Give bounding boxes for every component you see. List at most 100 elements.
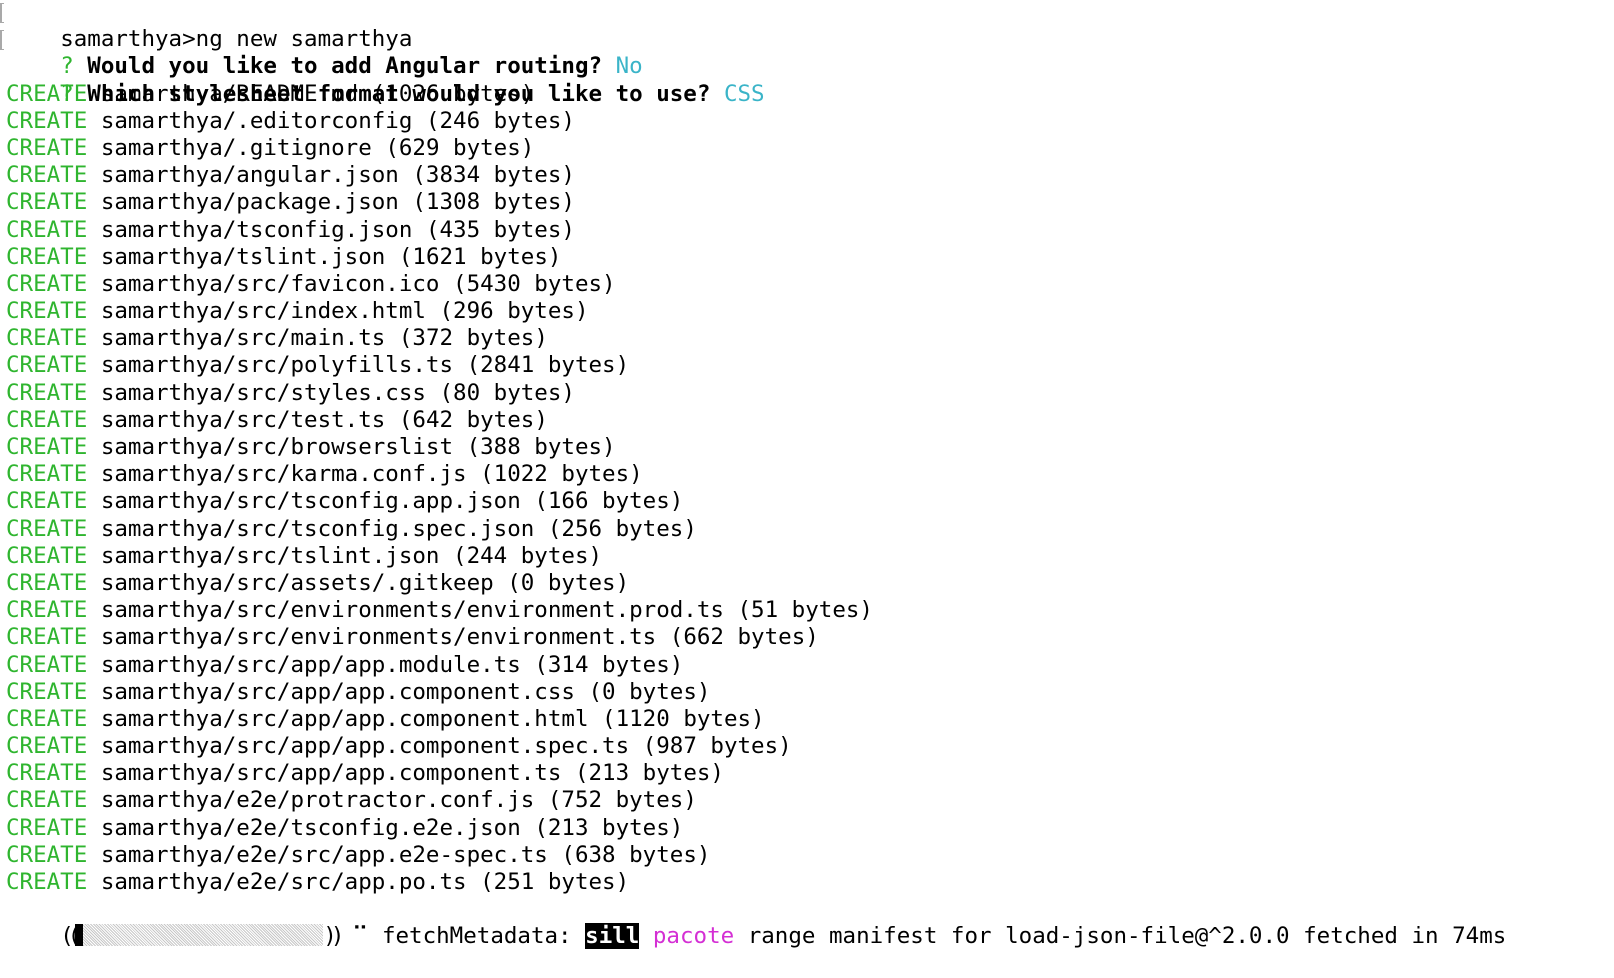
- create-label: CREATE: [6, 542, 88, 569]
- file-size: (0 bytes): [588, 678, 711, 705]
- file-path: samarthya/.gitignore: [100, 134, 372, 161]
- status-message: range manifest for load-json-file@^2.0.0…: [747, 923, 1507, 950]
- file-size: (3834 bytes): [412, 162, 575, 189]
- file-path: samarthya/src/test.ts: [100, 406, 386, 433]
- file-path: samarthya/e2e/src/app.po.ts: [100, 869, 467, 895]
- file-path: samarthya/src/app/app.component.html: [100, 705, 589, 732]
- file-path: samarthya/package.json: [100, 189, 399, 216]
- mark-bracket-icon: [0, 3, 4, 23]
- create-log-line: CREATE samarthya/src/polyfills.ts (2841 …: [6, 352, 1614, 379]
- create-label: CREATE: [6, 515, 88, 542]
- file-path: samarthya/src/tsconfig.spec.json: [100, 515, 535, 542]
- file-size: (987 bytes): [642, 733, 792, 760]
- file-path: samarthya/src/karma.conf.js: [100, 461, 467, 488]
- file-path: samarthya/tsconfig.json: [100, 216, 413, 243]
- create-log-line: CREATE samarthya/e2e/src/app.po.ts (251 …: [6, 869, 1614, 896]
- create-log-line: CREATE samarthya/src/app/app.component.c…: [6, 679, 1614, 706]
- create-log-line: CREATE samarthya/src/index.html (296 byt…: [6, 298, 1614, 325]
- file-path: samarthya/src/tsconfig.app.json: [100, 488, 521, 515]
- file-path: samarthya/src/favicon.ico: [100, 270, 440, 297]
- progress-close-bracket: )): [323, 923, 344, 950]
- file-size: (629 bytes): [385, 134, 535, 161]
- create-log-line: CREATE samarthya/src/environments/enviro…: [6, 597, 1614, 624]
- file-size: (244 bytes): [453, 542, 603, 569]
- file-path: samarthya/e2e/src/app.e2e-spec.ts: [100, 841, 548, 868]
- question-line: ? Would you like to add Angular routing?…: [0, 26, 1614, 79]
- file-path: samarthya/src/main.ts: [100, 325, 386, 352]
- file-size: (1308 bytes): [412, 189, 575, 216]
- question-line: ? Which stylesheet format would you like…: [6, 53, 1614, 107]
- file-size: (314 bytes): [534, 651, 684, 678]
- create-log-line: CREATE samarthya/src/environments/enviro…: [6, 624, 1614, 651]
- file-size: (388 bytes): [466, 434, 616, 460]
- create-label: CREATE: [6, 406, 88, 433]
- create-label: CREATE: [6, 134, 88, 161]
- create-log-line: CREATE samarthya/README.md (1026 bytes): [6, 81, 1614, 108]
- create-label: CREATE: [6, 80, 88, 107]
- file-path: samarthya/angular.json: [100, 162, 399, 189]
- file-size: (642 bytes): [398, 406, 548, 433]
- progress-bar: [75, 924, 324, 947]
- file-path: samarthya/src/assets/.gitkeep: [100, 569, 494, 596]
- create-label: CREATE: [6, 298, 88, 325]
- create-log-line: CREATE samarthya/src/app/app.module.ts (…: [6, 652, 1614, 679]
- file-path: samarthya/src/app/app.module.ts: [100, 651, 521, 678]
- create-label: CREATE: [6, 162, 88, 189]
- create-log-line: CREATE samarthya/src/tsconfig.app.json (…: [6, 488, 1614, 515]
- create-log-line: CREATE samarthya/src/test.ts (642 bytes): [6, 407, 1614, 434]
- file-size: (1120 bytes): [602, 705, 765, 732]
- create-label: CREATE: [6, 461, 88, 488]
- file-size: (372 bytes): [398, 325, 548, 352]
- file-path: samarthya/tslint.json: [100, 243, 386, 270]
- file-size: (80 bytes): [439, 379, 575, 406]
- create-label: CREATE: [6, 678, 88, 705]
- create-label: CREATE: [6, 624, 88, 651]
- create-label: CREATE: [6, 787, 88, 814]
- create-log-line: CREATE samarthya/.editorconfig (246 byte…: [6, 108, 1614, 135]
- file-size: (213 bytes): [534, 814, 684, 841]
- status-line: (()) ⠉ fetchMetadata: sill pacote range …: [6, 896, 1614, 950]
- create-log-line: CREATE samarthya/src/browserslist (388 b…: [6, 434, 1614, 461]
- progress-fill: [75, 924, 83, 947]
- create-log-line: CREATE samarthya/tsconfig.json (435 byte…: [6, 217, 1614, 244]
- create-label: CREATE: [6, 841, 88, 868]
- created-files-list: CREATE samarthya/README.md (1026 bytes) C…: [6, 81, 1614, 897]
- file-size: (638 bytes): [561, 841, 711, 868]
- create-label: CREATE: [6, 434, 88, 460]
- create-log-line: CREATE samarthya/src/tslint.json (244 by…: [6, 543, 1614, 570]
- create-label: CREATE: [6, 189, 88, 216]
- terminal-output: samarthya>ng new samarthya ? Would you l…: [0, 0, 1614, 954]
- file-size: (662 bytes): [669, 624, 819, 651]
- file-size: (0 bytes): [507, 569, 630, 596]
- command-line: samarthya>ng new samarthya: [0, 0, 1614, 52]
- file-size: (251 bytes): [480, 869, 630, 895]
- file-path: samarthya/src/environments/environment.t…: [100, 624, 657, 651]
- file-size: (2841 bytes): [466, 352, 630, 379]
- create-label: CREATE: [6, 488, 88, 515]
- file-size: (213 bytes): [574, 760, 724, 787]
- file-path: samarthya/src/browserslist: [100, 434, 454, 460]
- file-path: samarthya/src/environments/environment.p…: [100, 597, 724, 624]
- create-label: CREATE: [6, 352, 88, 379]
- file-path: samarthya/src/app/app.component.ts: [100, 760, 562, 787]
- create-log-line: CREATE samarthya/angular.json (3834 byte…: [6, 162, 1614, 189]
- create-log-line: CREATE samarthya/src/main.ts (372 bytes): [6, 325, 1614, 352]
- file-size: (166 bytes): [534, 488, 684, 515]
- create-log-line: CREATE samarthya/package.json (1308 byte…: [6, 189, 1614, 216]
- create-log-line: CREATE samarthya/e2e/tsconfig.e2e.json (…: [6, 815, 1614, 842]
- create-log-line: CREATE samarthya/src/assets/.gitkeep (0 …: [6, 570, 1614, 597]
- create-log-line: CREATE samarthya/src/favicon.ico (5430 b…: [6, 271, 1614, 298]
- file-size: (51 bytes): [737, 597, 873, 624]
- log-module: pacote: [652, 923, 735, 950]
- create-log-line: CREATE samarthya/src/styles.css (80 byte…: [6, 380, 1614, 407]
- create-log-line: CREATE samarthya/src/app/app.component.t…: [6, 760, 1614, 787]
- create-log-line: CREATE samarthya/src/karma.conf.js (1022…: [6, 461, 1614, 488]
- file-size: (752 bytes): [547, 787, 697, 814]
- create-label: CREATE: [6, 569, 88, 596]
- file-path: samarthya/README.md: [100, 80, 359, 107]
- log-level-badge: sill: [585, 923, 640, 950]
- file-path: samarthya/src/index.html: [100, 298, 426, 325]
- create-log-line: CREATE samarthya/src/tsconfig.spec.json …: [6, 516, 1614, 543]
- create-log-line: CREATE samarthya/e2e/src/app.e2e-spec.ts…: [6, 842, 1614, 869]
- create-label: CREATE: [6, 325, 88, 352]
